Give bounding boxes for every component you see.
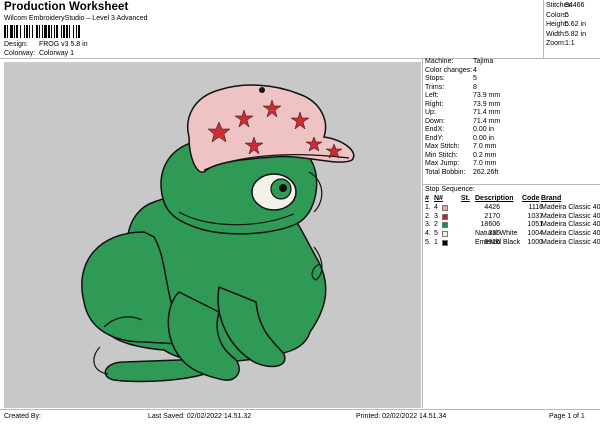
seq-needle: 1 [434,238,438,246]
design-row: Design: FROG v3 5.8 in [4,41,88,48]
seq-num: 5. [425,238,431,246]
barcode [4,25,80,38]
thread-color-swatch [442,213,448,220]
summary-width: Width: 5.82 in [546,30,586,38]
col-header-num: # [425,195,429,202]
col-header-code: Code [522,195,540,202]
seq-code: 1051 [527,221,543,229]
seq-num: 4. [425,230,431,238]
info-min-stitch: Min Stitch: 0.2 mm [425,151,497,159]
info-total-bobbin: Total Bobbin: 262.26ft [425,168,499,176]
worksheet-title: Production Worksheet [4,1,129,13]
info-endx: EndX: 0.00 in [425,126,495,133]
seq-brand: Madeira Classic 40 [541,230,600,238]
seq-num: 2. [425,212,431,220]
info-color-changes: Color changes:4 [425,66,477,74]
seq-brand: Madeira Classic 40 [541,221,600,229]
seq-num: 1. [425,203,431,211]
machine-info-panel: Machine: Tajima Color changes:4 Stops: 5 T… [425,58,600,177]
seq-brand: Madeira Classic 40 [541,203,600,211]
footer-created-by: Created By: [4,413,41,420]
thread-color-swatch [442,231,448,238]
seq-needle: 3 [434,212,438,220]
stop-sequence-table: # N# St. Description Code Brand 1. 4 4426 1… [425,195,600,248]
thread-color-swatch [442,239,448,246]
table-row: 4. 5 336 Natural White 1004 Madeira Classic 4… [425,230,600,239]
divider [0,409,600,410]
summary-colors: Colors: 5 [546,11,569,19]
design-summary: Stitches: 34466 Colors: 5 Height: 5.62 i… [546,2,600,50]
info-stops: Stops: 5 [425,75,477,82]
table-header: # N# St. Description Code Brand [425,195,600,204]
frog-embroidery-image [81,84,355,383]
seq-brand: Madeira Classic 40 [541,238,600,246]
info-left: Left: 73.9 mm [425,92,501,99]
col-header-stitches: St. [461,195,470,202]
info-max-jump: Max Jump: 7.0 mm [425,160,497,167]
design-label: Design: [4,41,28,48]
colorway-label: Colorway: [4,50,36,57]
info-max-stitch: Max Stitch: 7.0 mm [425,143,497,150]
colorway-value: Colorway 1 [38,50,74,57]
table-row: 3. 2 18606 1051 Madeira Classic 40 [425,221,600,230]
seq-needle: 2 [434,221,438,229]
info-up: Up: 71.4 mm [425,109,501,116]
info-endy: EndY: 0.00 in [425,134,495,142]
table-row: 1. 4 4426 1116 Madeira Classic 40 [425,204,600,213]
seq-code: 1000 [527,238,543,246]
summary-height: Height: 5.62 in [546,21,586,29]
seq-stitches: 2170 [484,212,500,220]
seq-code: 1037 [527,212,543,220]
design-value: FROG v3 5.8 in [38,41,88,48]
seq-code: 1004 [527,230,543,238]
table-row: 2. 3 2170 1037 Madeira Classic 40 [425,213,600,222]
summary-stitches: Stitches: 34466 [546,2,585,9]
thread-color-swatch [442,204,448,211]
footer-last-saved: Last Saved: 02/02/2022 14.51.32 [148,413,252,420]
summary-zoom: Zoom: 1:1 [546,40,575,48]
seq-brand: Madeira Classic 40 [541,212,600,220]
col-header-description: Description [475,195,514,202]
divider [423,184,600,185]
info-down: Down: 71.4 mm [425,117,501,125]
seq-stitches: 4426 [484,203,500,211]
table-row: 5. 1 8926 Emerald Black 1000 Madeira Classic … [425,239,600,248]
divider [543,0,544,58]
stop-sequence-title: Stop Sequence: [425,186,475,193]
col-header-brand: Brand [541,195,562,202]
thread-color-swatch [442,222,448,229]
info-trims: Trims: 8 [425,83,477,91]
design-preview[interactable] [4,62,421,408]
seq-code: 1116 [528,203,543,211]
footer-printed: Printed: 02/02/2022 14.51.34 [356,413,447,420]
col-header-needle: N# [434,195,443,202]
seq-num: 3. [425,221,431,229]
info-machine: Machine: Tajima [425,58,494,65]
seq-needle: 4 [434,203,438,211]
seq-stitches: 18606 [480,221,500,229]
software-subtitle: Wilcom EmbroideryStudio – Level 3 Advanc… [4,15,148,22]
footer-page: Page 1 of 1 [549,413,585,420]
info-right: Right: 73.9 mm [425,100,501,108]
seq-needle: 5 [434,230,438,238]
divider [422,58,423,408]
colorway-row: Colorway: Colorway 1 [4,50,74,57]
